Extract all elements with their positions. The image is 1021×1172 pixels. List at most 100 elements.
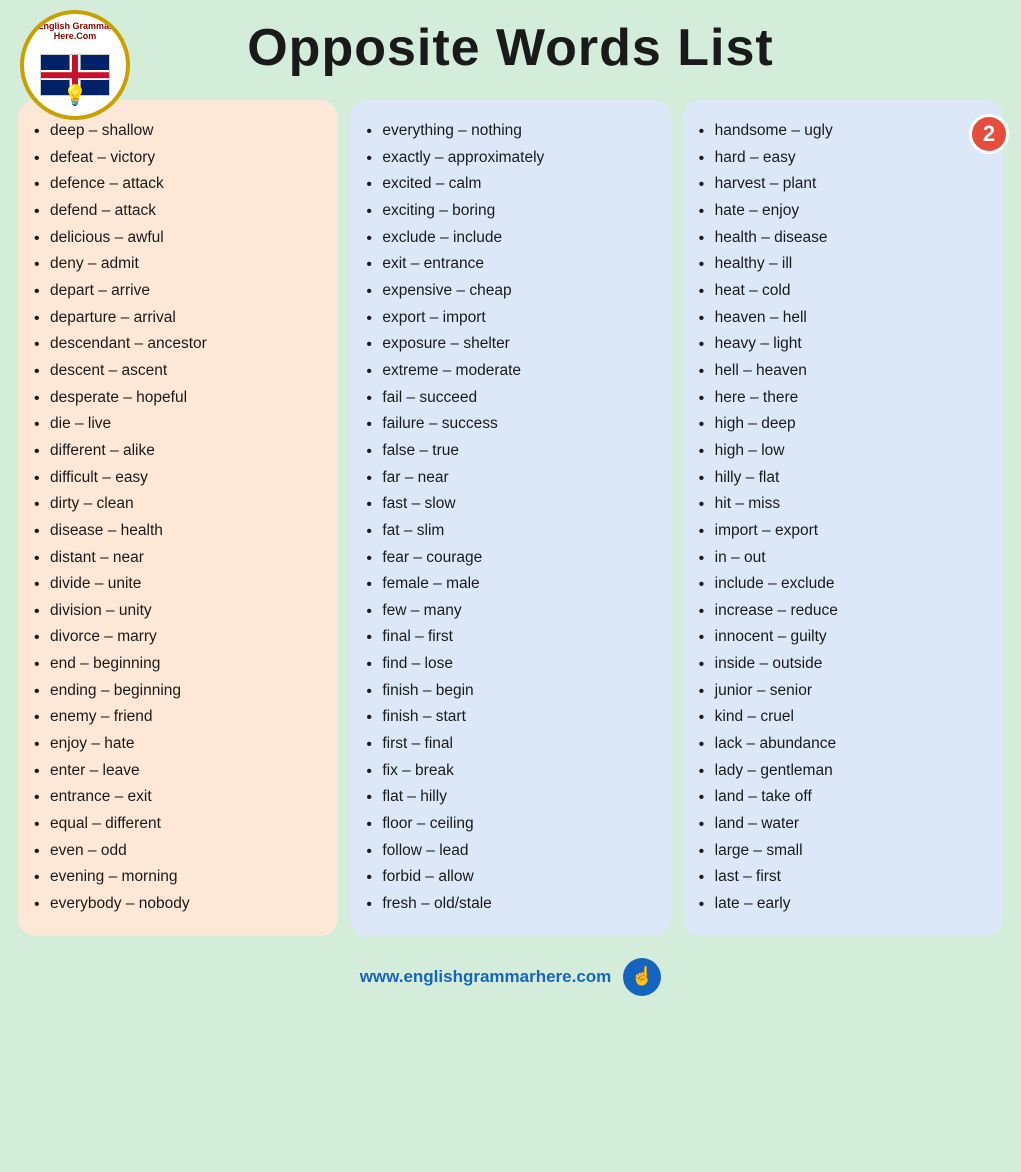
list-item: hell – heaven [699,358,987,385]
list-item: entrance – exit [34,784,322,811]
list-item: disease – health [34,518,322,545]
word-list-1: deep – shallowdefeat – victorydefence – … [34,118,322,918]
list-item: junior – senior [699,678,987,705]
list-item: lady – gentleman [699,758,987,785]
list-item: final – first [366,624,654,651]
list-item: defend – attack [34,198,322,225]
list-item: end – beginning [34,651,322,678]
list-item: first – final [366,731,654,758]
list-item: last – first [699,864,987,891]
list-item: increase – reduce [699,598,987,625]
list-item: heaven – hell [699,305,987,332]
list-item: defeat – victory [34,145,322,172]
logo-text: English Grammar Here.Com [24,22,126,42]
list-item: forbid – allow [366,864,654,891]
column-1: deep – shallowdefeat – victorydefence – … [18,100,338,936]
list-item: delicious – awful [34,225,322,252]
list-item: failure – success [366,411,654,438]
list-item: export – import [366,305,654,332]
header: English Grammar Here.Com 💡 Opposite Word… [0,0,1021,88]
list-item: fail – succeed [366,385,654,412]
list-item: health – disease [699,225,987,252]
list-item: false – true [366,438,654,465]
word-list-2: everything – nothingexactly – approximat… [366,118,654,918]
list-item: divorce – marry [34,624,322,651]
list-item: innocent – guilty [699,624,987,651]
list-item: fresh – old/stale [366,891,654,918]
list-item: exactly – approximately [366,145,654,172]
list-item: difficult – easy [34,465,322,492]
list-item: dirty – clean [34,491,322,518]
list-item: depart – arrive [34,278,322,305]
list-item: land – take off [699,784,987,811]
list-item: evening – morning [34,864,322,891]
list-item: far – near [366,465,654,492]
list-item: expensive – cheap [366,278,654,305]
list-item: deep – shallow [34,118,322,145]
list-item: everybody – nobody [34,891,322,918]
list-item: large – small [699,838,987,865]
list-item: excited – calm [366,171,654,198]
list-item: inside – outside [699,651,987,678]
list-item: follow – lead [366,838,654,865]
list-item: enter – leave [34,758,322,785]
list-item: hilly – flat [699,465,987,492]
list-item: descent – ascent [34,358,322,385]
list-item: enemy – friend [34,704,322,731]
list-item: high – low [699,438,987,465]
list-item: hard – easy [699,145,987,172]
cursor-icon: ☝ [623,958,661,996]
list-item: land – water [699,811,987,838]
list-item: hate – enjoy [699,198,987,225]
list-item: exciting – boring [366,198,654,225]
list-item: ending – beginning [34,678,322,705]
list-item: descendant – ancestor [34,331,322,358]
list-item: female – male [366,571,654,598]
list-item: flat – hilly [366,784,654,811]
list-item: few – many [366,598,654,625]
list-item: in – out [699,545,987,572]
list-item: equal – different [34,811,322,838]
list-item: finish – begin [366,678,654,705]
list-item: division – unity [34,598,322,625]
list-item: fix – break [366,758,654,785]
list-item: everything – nothing [366,118,654,145]
list-item: departure – arrival [34,305,322,332]
list-item: exposure – shelter [366,331,654,358]
list-item: import – export [699,518,987,545]
list-item: heat – cold [699,278,987,305]
list-item: distant – near [34,545,322,572]
list-item: fat – slim [366,518,654,545]
list-item: die – live [34,411,322,438]
list-item: heavy – light [699,331,987,358]
list-item: handsome – ugly [699,118,987,145]
logo: English Grammar Here.Com 💡 [20,10,130,120]
list-item: exclude – include [366,225,654,252]
list-item: fear – courage [366,545,654,572]
list-item: different – alike [34,438,322,465]
list-item: find – lose [366,651,654,678]
column-3: 2 handsome – uglyhard – easyharvest – pl… [683,100,1003,936]
page-title: Opposite Words List [247,18,774,78]
list-item: exit – entrance [366,251,654,278]
list-item: kind – cruel [699,704,987,731]
list-item: finish – start [366,704,654,731]
logo-lightbulb-icon: 💡 [63,83,88,108]
list-item: even – odd [34,838,322,865]
list-item: harvest – plant [699,171,987,198]
content-area: deep – shallowdefeat – victorydefence – … [0,88,1021,948]
list-item: hit – miss [699,491,987,518]
list-item: divide – unite [34,571,322,598]
list-item: late – early [699,891,987,918]
list-item: here – there [699,385,987,412]
list-item: high – deep [699,411,987,438]
column-2: everything – nothingexactly – approximat… [350,100,670,936]
list-item: defence – attack [34,171,322,198]
list-item: extreme – moderate [366,358,654,385]
list-item: healthy – ill [699,251,987,278]
list-item: desperate – hopeful [34,385,322,412]
list-item: include – exclude [699,571,987,598]
list-item: fast – slow [366,491,654,518]
list-item: floor – ceiling [366,811,654,838]
footer: www.englishgrammarhere.com ☝ [0,948,1021,1006]
